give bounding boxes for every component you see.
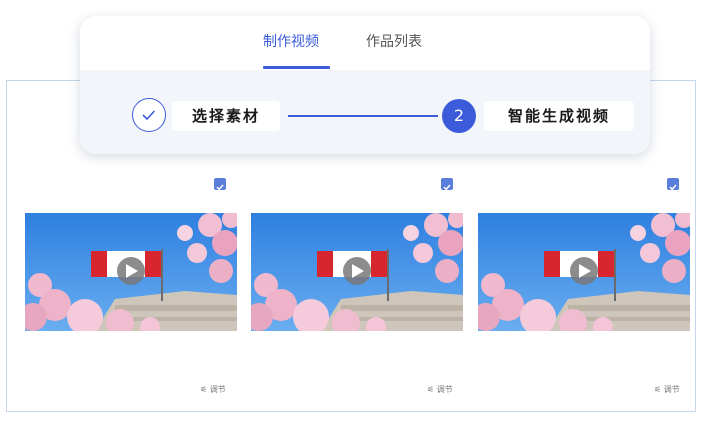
video-thumbnail[interactable] <box>478 213 690 331</box>
adjust-button[interactable]: ⚟ 调节 <box>654 385 680 395</box>
adjust-icon: ⚟ <box>427 385 435 394</box>
video-thumbnail[interactable] <box>251 213 463 331</box>
step-number-badge: 2 <box>442 99 476 133</box>
adjust-button[interactable]: ⚟ 调节 <box>427 385 453 395</box>
wizard-card: 制作视频 作品列表 选择素材 2 智能生成视频 <box>80 16 650 154</box>
step-done-indicator <box>132 98 166 132</box>
checkmark-icon <box>443 184 451 191</box>
tab-bar: 制作视频 作品列表 <box>80 16 650 70</box>
video-preview-image <box>478 213 690 331</box>
adjust-button[interactable]: ⚟ 调节 <box>200 385 226 395</box>
tab-works-list[interactable]: 作品列表 <box>366 32 422 52</box>
tab-make-video[interactable]: 制作视频 <box>263 32 319 52</box>
adjust-icon: ⚟ <box>654 385 662 394</box>
active-tab-indicator <box>263 66 330 69</box>
step-label-select-material: 选择素材 <box>172 101 280 131</box>
adjust-label: 调节 <box>436 385 453 394</box>
video-checkbox[interactable] <box>441 178 453 191</box>
check-icon <box>142 110 156 121</box>
adjust-label: 调节 <box>209 385 226 394</box>
video-preview-image <box>25 213 237 331</box>
video-preview-image <box>251 213 463 331</box>
adjust-label: 调节 <box>663 385 680 394</box>
step-label-generate-video: 智能生成视频 <box>484 101 634 131</box>
video-thumbnail[interactable] <box>25 213 237 331</box>
video-checkbox[interactable] <box>214 178 226 191</box>
adjust-icon: ⚟ <box>200 385 208 394</box>
checkmark-icon <box>669 184 677 191</box>
video-checkbox[interactable] <box>667 178 679 191</box>
checkmark-icon <box>216 184 224 191</box>
step-connector <box>288 115 438 117</box>
